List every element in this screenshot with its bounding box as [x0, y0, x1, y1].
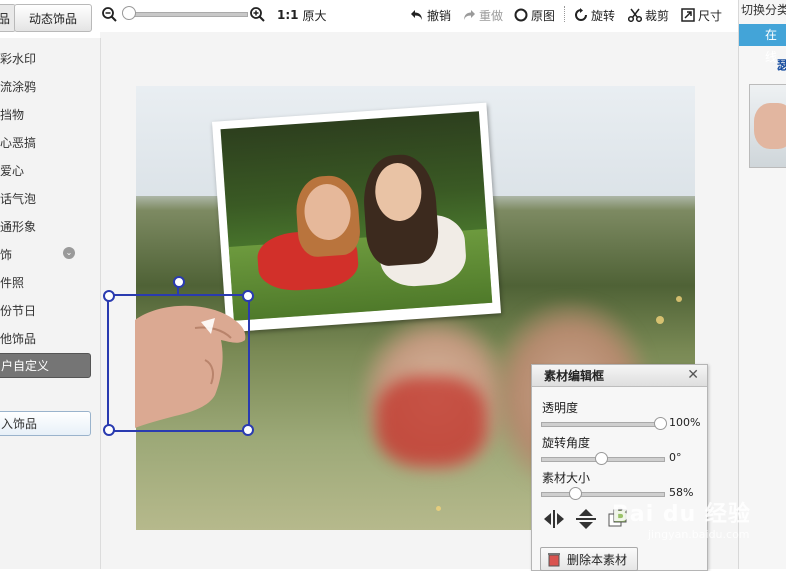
editor-title: 素材编辑框 — [544, 369, 605, 383]
redo-label: 重做 — [479, 8, 504, 23]
bokeh-light — [656, 316, 664, 324]
resize-handle-top-right[interactable] — [242, 290, 254, 302]
import-item-button[interactable]: 入饰品 — [0, 411, 91, 436]
watermark-url: jingyan.baidu.com — [648, 528, 750, 541]
circle-icon — [514, 8, 528, 22]
category-item[interactable]: 他饰品 — [0, 328, 36, 350]
rotation-value: 0° — [669, 451, 682, 464]
tab-dynamic-label: 动态饰品 — [28, 11, 77, 26]
right-panel-link[interactable]: 瑟 — [777, 56, 786, 73]
scissors-icon — [628, 8, 642, 22]
redo-icon — [464, 10, 475, 20]
rotate-button[interactable]: 旋转 — [574, 6, 615, 24]
flip-vertical-icon[interactable] — [574, 508, 598, 530]
resize-handle-bottom-right[interactable] — [242, 424, 254, 436]
category-item[interactable]: 份节日 — [0, 300, 36, 322]
resize-handle-top-left[interactable] — [103, 290, 115, 302]
category-item[interactable]: 通形象 — [0, 216, 36, 238]
resize-handle-bottom-left[interactable] — [103, 424, 115, 436]
zoom-in-icon[interactable] — [250, 7, 265, 22]
zoom-out-icon[interactable] — [102, 7, 117, 22]
zoom-slider-track[interactable] — [128, 12, 248, 17]
rotation-slider-knob[interactable] — [595, 452, 608, 465]
switch-category-title: 切换分类 — [741, 3, 786, 17]
selection-box[interactable] — [103, 290, 254, 436]
original-image-button[interactable]: 原图 — [514, 6, 555, 24]
opacity-value: 100% — [669, 416, 701, 429]
tab-online[interactable]: 在线 — [739, 24, 786, 64]
rotation-label: 旋转角度 — [542, 436, 591, 450]
editor-titlebar[interactable]: 素材编辑框 ✕ — [532, 365, 707, 387]
material-thumbnail[interactable] — [749, 84, 786, 168]
size-slider-knob[interactable] — [569, 487, 583, 500]
ratio-label: 1:1 — [277, 8, 299, 22]
category-item[interactable]: 流涂鸦 — [0, 76, 36, 98]
bokeh-light — [676, 296, 682, 302]
category-item[interactable]: 爱心 — [0, 160, 24, 182]
category-item[interactable]: 心恶搞 — [0, 132, 36, 154]
polaroid-sticker[interactable] — [211, 102, 502, 333]
size-button[interactable]: 尺寸 — [681, 6, 722, 24]
category-item[interactable]: 件照 — [0, 272, 24, 294]
rotate-handle[interactable] — [173, 276, 185, 288]
size-label: 尺寸 — [698, 8, 723, 23]
original-image-label: 原图 — [531, 8, 556, 23]
rotate-label: 旋转 — [591, 8, 616, 23]
category-item[interactable]: 挡物 — [0, 104, 24, 126]
tab-static-label: 品 — [0, 11, 10, 26]
crop-label: 裁剪 — [645, 8, 670, 23]
crop-button[interactable]: 裁剪 — [628, 6, 669, 24]
opacity-slider-knob[interactable] — [654, 417, 667, 430]
bokeh-light — [436, 506, 441, 511]
original-size-button[interactable]: 1:1 原大 — [277, 6, 327, 24]
chevron-down-icon[interactable]: ⌄ — [63, 247, 75, 259]
original-size-label: 原大 — [302, 8, 327, 23]
redo-button[interactable]: 重做 — [462, 6, 503, 24]
category-item-custom-active[interactable]: 户自定义 — [0, 353, 91, 378]
undo-label: 撤销 — [427, 8, 452, 23]
undo-icon — [411, 10, 422, 20]
close-icon[interactable]: ✕ — [687, 367, 699, 383]
trash-icon — [548, 553, 560, 567]
resize-icon — [681, 8, 695, 22]
category-sidebar: 彩水印 流涂鸦 挡物 心恶搞 爱心 话气泡 通形象 饰 ⌄ 件照 份节日 他饰品… — [0, 38, 101, 569]
thumbnail-hand — [754, 103, 786, 149]
opacity-slider-track[interactable] — [541, 422, 665, 427]
category-item[interactable]: 话气泡 — [0, 188, 36, 210]
right-panel: 切换分类 在线 瑟 — [738, 0, 786, 569]
zoom-slider-knob[interactable] — [122, 6, 136, 20]
opacity-label: 透明度 — [542, 401, 579, 415]
delete-material-label: 删除本素材 — [567, 552, 628, 567]
category-item[interactable]: 彩水印 — [0, 48, 36, 70]
flip-horizontal-icon[interactable] — [542, 508, 566, 530]
undo-button[interactable]: 撤销 — [410, 6, 451, 24]
polaroid-photo — [220, 111, 493, 321]
photo-blur-shirt — [376, 376, 486, 466]
rotate-icon — [575, 8, 587, 21]
tab-dynamic-items[interactable]: 动态饰品 — [14, 4, 92, 32]
watermark-logo: Bai du 经验 — [612, 502, 751, 527]
size-label: 素材大小 — [542, 471, 591, 485]
toolbar-separator — [564, 6, 566, 22]
category-item[interactable]: 饰 — [0, 244, 12, 266]
delete-material-button[interactable]: 删除本素材 — [540, 547, 638, 571]
